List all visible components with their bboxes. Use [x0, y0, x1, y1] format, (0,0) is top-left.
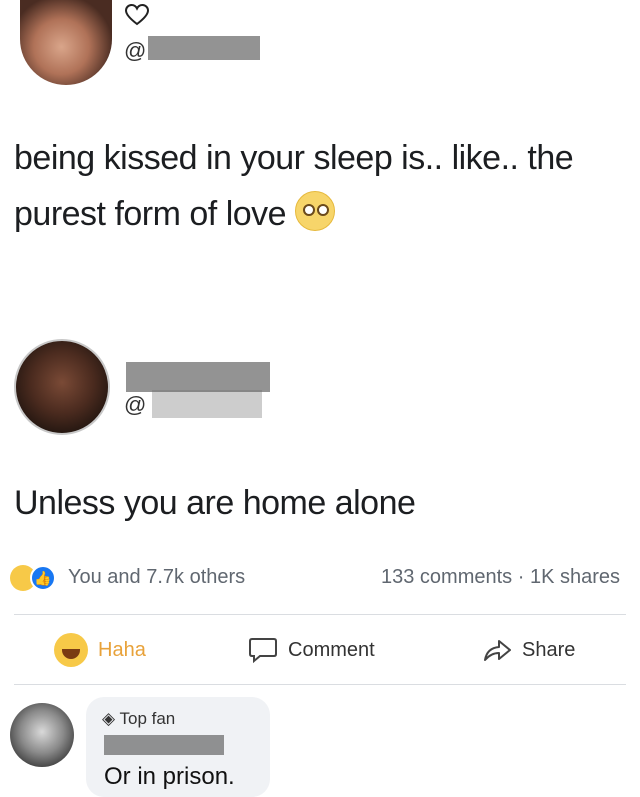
- stats-row: 👍 You and 7.7k others 133 comments · 1K …: [10, 563, 630, 593]
- avatar[interactable]: [14, 339, 110, 435]
- emoji-eye-left: [303, 204, 316, 216]
- action-bar: Haha Comment Share: [0, 624, 640, 674]
- share-icon: [484, 640, 511, 661]
- censored-handle: [152, 390, 262, 418]
- share-button[interactable]: Share: [482, 634, 575, 666]
- top-fan-label: Top fan: [119, 709, 176, 728]
- divider: [14, 684, 626, 685]
- divider: [14, 614, 626, 615]
- haha-button[interactable]: Haha: [54, 633, 146, 667]
- post-text-line2: purest form of love: [14, 195, 287, 233]
- haha-label: Haha: [98, 638, 146, 661]
- top-fan-badge: ◈ Top fan: [102, 709, 175, 729]
- heart-icon[interactable]: [124, 4, 150, 26]
- comments-shares-count[interactable]: 133 comments · 1K shares: [381, 566, 620, 589]
- comment-bubble[interactable]: ◈ Top fan Or in prison.: [86, 697, 270, 797]
- post-handle[interactable]: @: [124, 38, 146, 64]
- share-label: Share: [522, 638, 576, 661]
- like-reaction-icon: 👍: [30, 565, 56, 591]
- reactions-count[interactable]: You and 7.7k others: [68, 566, 245, 589]
- comment-text: Or in prison.: [104, 763, 235, 790]
- pleading-face-icon: [295, 191, 336, 231]
- censored-name: [148, 36, 260, 60]
- emoji-eye-right: [317, 204, 330, 216]
- avatar[interactable]: [10, 703, 74, 767]
- comment-label: Comment: [288, 638, 375, 661]
- comment-icon: [249, 638, 277, 664]
- haha-icon: [54, 633, 88, 667]
- comment-button[interactable]: Comment: [248, 634, 375, 666]
- censored-commenter-name: [104, 735, 224, 755]
- diamond-icon: ◈: [102, 709, 116, 728]
- avatar[interactable]: [20, 0, 112, 85]
- censored-name: [126, 362, 270, 392]
- post-text-line1: being kissed in your sleep is.. like.. t…: [14, 139, 574, 177]
- post-text: being kissed in your sleep is.. like.. t…: [14, 130, 574, 242]
- reply-text: Unless you are home alone: [14, 484, 416, 522]
- reply-handle[interactable]: @: [124, 392, 146, 418]
- post-text-line2-row: purest form of love: [14, 186, 573, 242]
